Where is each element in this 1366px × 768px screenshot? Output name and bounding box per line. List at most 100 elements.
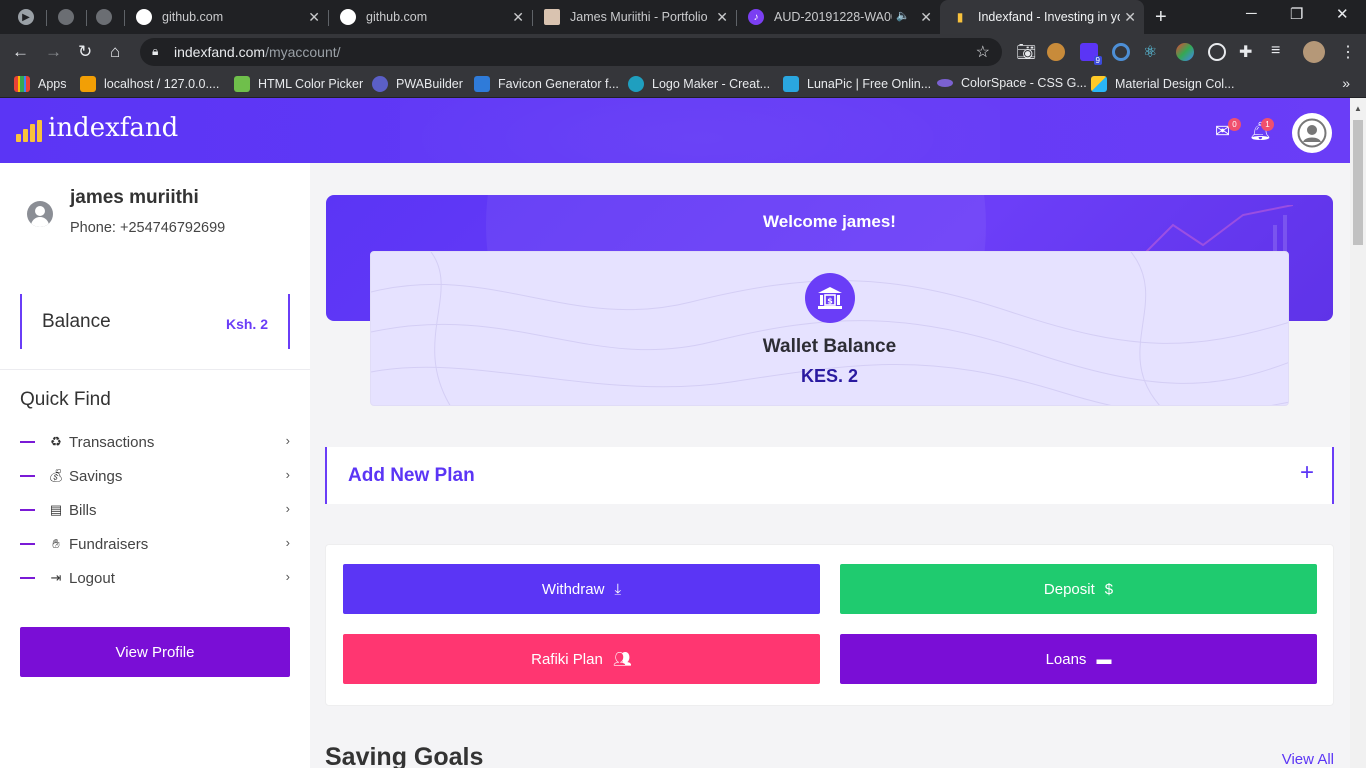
- forward-arrow-icon[interactable]: →: [45, 42, 62, 62]
- withdraw-label: Withdraw: [541, 580, 605, 598]
- lunapic-icon: [783, 76, 799, 92]
- bullet-dash: [20, 543, 35, 545]
- main-content: Welcome james! $ Wallet Balance KES. 2 A…: [310, 163, 1350, 768]
- quick-actions-panel: Withdraw ⤓ Deposit $ Rafiki Plan 👥︎ Loan…: [325, 544, 1334, 706]
- mail-count-badge: 0: [1228, 118, 1241, 131]
- bookmark-apps[interactable]: Apps: [14, 76, 67, 92]
- bookmark-favicon-generator[interactable]: Favicon Generator f...: [474, 76, 619, 92]
- target-extension-icon[interactable]: [1208, 43, 1226, 61]
- color-picker-icon: [234, 76, 250, 92]
- tab-title: github.com: [162, 10, 224, 24]
- speaker-icon[interactable]: 🔈: [896, 9, 910, 22]
- view-profile-button[interactable]: View Profile: [20, 627, 290, 677]
- balance-summary: Balance Ksh. 2: [20, 294, 290, 349]
- bookmark-colorspace[interactable]: ColorSpace - CSS G...: [937, 76, 1087, 90]
- tab-audio[interactable]: ♪ AUD-20191228-WA00 🔈 ✕: [736, 0, 940, 34]
- wallet-balance-value: KES. 2: [800, 366, 859, 386]
- tab-title: AUD-20191228-WA00: [774, 10, 892, 24]
- extension-badge-icon[interactable]: 9: [1080, 43, 1102, 65]
- sidebar-item-label: Fundraisers: [69, 535, 149, 553]
- react-devtools-icon[interactable]: ⚛: [1143, 42, 1157, 62]
- withdraw-button[interactable]: Withdraw ⤓: [343, 564, 820, 614]
- user-avatar-icon: [27, 201, 53, 227]
- svg-text:$: $: [827, 297, 833, 306]
- balance-value: Ksh. 2: [225, 316, 268, 332]
- bookmark-logo-maker[interactable]: Logo Maker - Creat...: [628, 76, 770, 92]
- tab-github-2[interactable]: github.com ✕: [328, 0, 532, 34]
- chevron-right-icon: ›: [285, 535, 290, 550]
- address-bar[interactable]: 🔒︎ indexfand.com/myaccount/ ☆: [140, 38, 1002, 66]
- deposit-label: Deposit: [1043, 580, 1095, 598]
- close-icon[interactable]: ✕: [716, 9, 728, 26]
- view-all-link[interactable]: View All: [1282, 751, 1334, 768]
- indexfand-icon: ▮: [956, 10, 964, 24]
- new-tab-plus-icon[interactable]: +: [1155, 6, 1167, 29]
- sidebar-item-fundraisers[interactable]: ✋︎ Fundraisers ›: [20, 533, 292, 555]
- back-arrow-icon[interactable]: ←: [12, 42, 29, 62]
- phpmyadmin-icon: [80, 76, 96, 92]
- sidebar-divider: [0, 369, 310, 370]
- rafiki-plan-label: Rafiki Plan: [531, 650, 603, 668]
- rafiki-plan-button[interactable]: Rafiki Plan 👥︎: [343, 634, 820, 684]
- tab-portfolio[interactable]: James Muriithi - Portfolio ✕: [532, 0, 736, 34]
- camera-icon[interactable]: 📷︎: [1016, 42, 1036, 62]
- bookmark-lunapic[interactable]: LunaPic | Free Onlin...: [783, 76, 931, 92]
- bookmark-material-design[interactable]: Material Design Col...: [1091, 76, 1235, 92]
- sidebar-item-bills[interactable]: ▤ Bills ›: [20, 499, 292, 521]
- pinned-tab-1[interactable]: ▶: [6, 0, 46, 34]
- bank-icon: $: [805, 273, 855, 323]
- site-logo[interactable]: indexfand: [16, 114, 178, 142]
- close-icon[interactable]: ✕: [1124, 9, 1136, 26]
- pinned-tab-3[interactable]: [84, 0, 124, 34]
- kebab-menu-icon[interactable]: ⋮: [1340, 42, 1356, 62]
- saving-goals-title: Saving Goals: [325, 743, 484, 768]
- minimize-icon[interactable]: ─: [1246, 5, 1257, 22]
- tab-title: James Muriithi - Portfolio: [570, 10, 708, 24]
- bookmark-localhost[interactable]: localhost / 127.0.0....: [80, 76, 219, 92]
- puzzle-icon[interactable]: ✚: [1239, 42, 1252, 62]
- tab-indexfand[interactable]: ▮ Indexfand - Investing in yo ✕: [940, 0, 1144, 34]
- logo-bars-icon: [16, 120, 42, 142]
- pwabuilder-icon: [372, 76, 388, 92]
- account-avatar[interactable]: [1292, 113, 1332, 153]
- plus-icon[interactable]: +: [1300, 459, 1314, 487]
- bookmarks-bar: Apps localhost / 127.0.0.... HTML Color …: [0, 70, 1366, 98]
- color-picker-extension-icon[interactable]: [1176, 43, 1194, 61]
- scroll-up-arrow-icon[interactable]: ▲: [1354, 104, 1362, 113]
- reload-icon[interactable]: ↻: [78, 42, 92, 62]
- window-close-icon[interactable]: ✕: [1336, 5, 1349, 23]
- scrollbar-thumb[interactable]: [1353, 120, 1363, 245]
- sidebar-item-savings[interactable]: 💰︎ Savings ›: [20, 465, 292, 487]
- chevron-right-icon: ›: [285, 467, 290, 482]
- bookmark-pwabuilder[interactable]: PWABuilder: [372, 76, 463, 92]
- media-queue-icon[interactable]: ≡: [1271, 42, 1280, 60]
- page-scrollbar[interactable]: ▲: [1350, 98, 1366, 768]
- bookmark-star-icon[interactable]: ☆: [976, 42, 990, 62]
- bullet-dash: [20, 475, 35, 477]
- sidebar-item-logout[interactable]: ⇥ Logout ›: [20, 567, 292, 589]
- loans-label: Loans: [1045, 650, 1087, 668]
- money-bag-icon: 💰︎: [47, 468, 65, 483]
- add-new-plan-panel[interactable]: Add New Plan +: [325, 447, 1334, 504]
- bookmark-html-color-picker[interactable]: HTML Color Picker: [234, 76, 363, 92]
- pinned-tab-2[interactable]: [46, 0, 86, 34]
- close-icon[interactable]: ✕: [308, 9, 320, 26]
- address-url: indexfand.com/myaccount/: [174, 44, 341, 60]
- tab-github-1[interactable]: github.com ✕: [124, 0, 328, 34]
- more-bookmarks-icon[interactable]: »: [1342, 75, 1350, 91]
- profile-avatar[interactable]: [1303, 41, 1325, 63]
- close-icon[interactable]: ✕: [512, 9, 524, 26]
- close-icon[interactable]: ✕: [920, 9, 932, 26]
- money-bag-icon: $: [1104, 580, 1114, 598]
- home-icon[interactable]: ⌂: [110, 42, 120, 62]
- loans-button[interactable]: Loans ▬: [840, 634, 1317, 684]
- deposit-button[interactable]: Deposit $: [840, 564, 1317, 614]
- cookie-icon[interactable]: [1047, 43, 1065, 61]
- sidebar-item-transactions[interactable]: ♻ Transactions ›: [20, 431, 292, 453]
- apps-grid-icon: [14, 76, 30, 92]
- restore-icon[interactable]: ❐: [1290, 5, 1303, 23]
- sidebar-item-label: Savings: [69, 467, 123, 485]
- wallet-balance-card: $ Wallet Balance KES. 2: [370, 251, 1289, 406]
- github-icon: [136, 9, 152, 25]
- ring-extension-icon[interactable]: [1112, 43, 1130, 61]
